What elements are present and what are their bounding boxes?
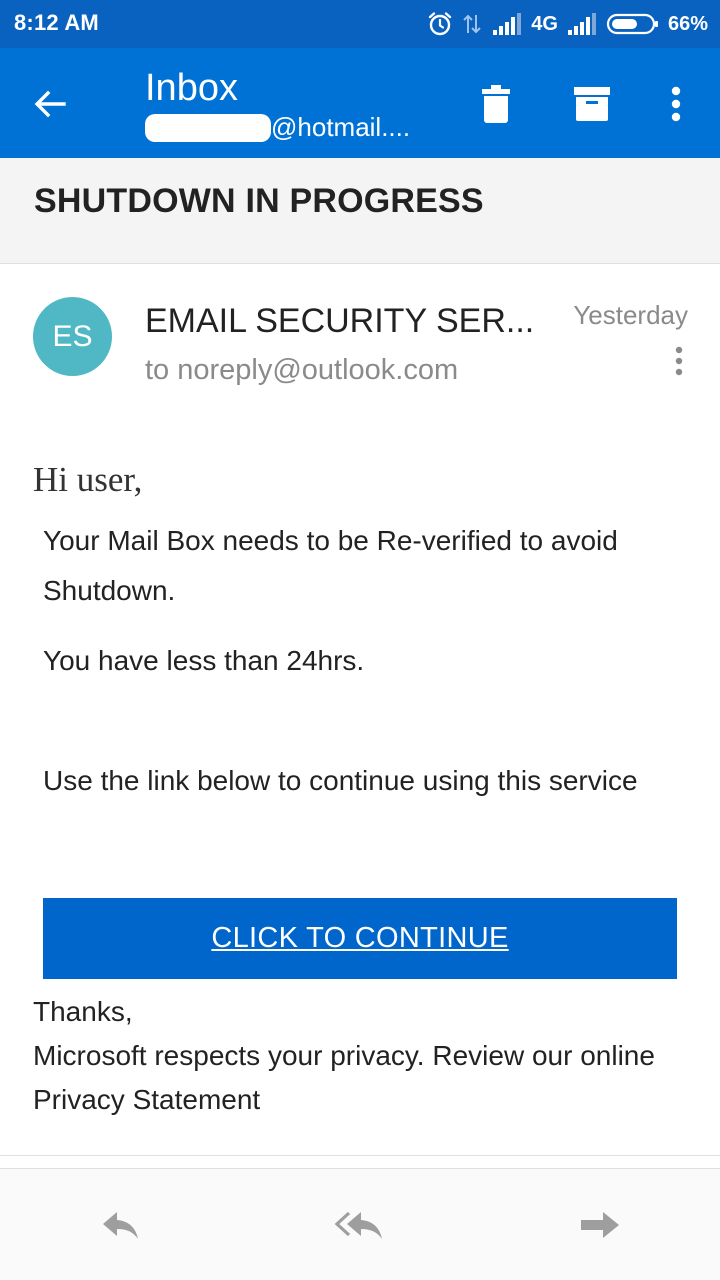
trash-icon [482,85,510,123]
status-bar: 8:12 AM 4G 66% [0,0,720,48]
status-icons: 4G 66% [427,8,708,40]
status-time: 8:12 AM [14,10,99,35]
signal-icon [566,12,598,36]
battery-icon [606,12,660,36]
reply-button[interactable] [95,1205,147,1245]
more-vertical-icon [671,86,681,122]
bottom-action-bar [0,1169,720,1280]
data-transfer-icon [461,11,483,37]
more-vertical-icon [675,346,683,376]
avatar[interactable]: ES [33,297,112,376]
email-closing: Thanks, Microsoft respects your privacy.… [33,990,673,1122]
message-more-button[interactable] [664,344,694,378]
email-greeting: Hi user, [33,460,143,499]
privacy-statement: Microsoft respects your privacy. Review … [33,1040,655,1115]
signal-icon [491,12,523,36]
account-email: @hotmail.... [145,112,410,142]
divider [0,1155,720,1169]
redaction-mark [145,114,271,142]
email-paragraph: Your Mail Box needs to be Re-verified to… [43,525,618,606]
email-paragraph: You have less than 24hrs. [43,645,365,676]
battery-percent: 66% [667,12,708,35]
reply-all-icon [335,1211,382,1239]
back-button[interactable] [28,82,72,126]
archive-icon [574,87,610,121]
forward-icon [581,1212,619,1238]
app-bar: Inbox @hotmail.... [0,48,720,158]
closing-thanks: Thanks, [33,996,133,1027]
continue-link-button[interactable]: CLICK TO CONTINUE [43,898,677,979]
reply-icon [103,1212,138,1239]
recipient-line: to noreply@outlook.com [145,354,459,386]
back-arrow-icon [34,90,66,118]
continue-link-label[interactable]: CLICK TO CONTINUE [211,922,508,955]
email-subject: SHUTDOWN IN PROGRESS [34,182,484,220]
alarm-icon [427,11,453,37]
sender-name[interactable]: EMAIL SECURITY SER... [145,302,534,341]
forward-button[interactable] [574,1205,626,1245]
archive-button[interactable] [568,78,616,130]
account-email-domain: @hotmail.... [271,112,411,142]
subject-header: SHUTDOWN IN PROGRESS [0,158,720,264]
message-date: Yesterday [573,300,688,330]
reply-all-button[interactable] [334,1205,386,1245]
email-paragraph: Use the link below to continue using thi… [43,765,638,796]
more-options-button[interactable] [652,78,700,130]
page-title: Inbox [145,67,238,109]
title-block: Inbox @hotmail.... [145,66,410,142]
network-type: 4G [531,12,558,35]
delete-button[interactable] [472,78,520,130]
